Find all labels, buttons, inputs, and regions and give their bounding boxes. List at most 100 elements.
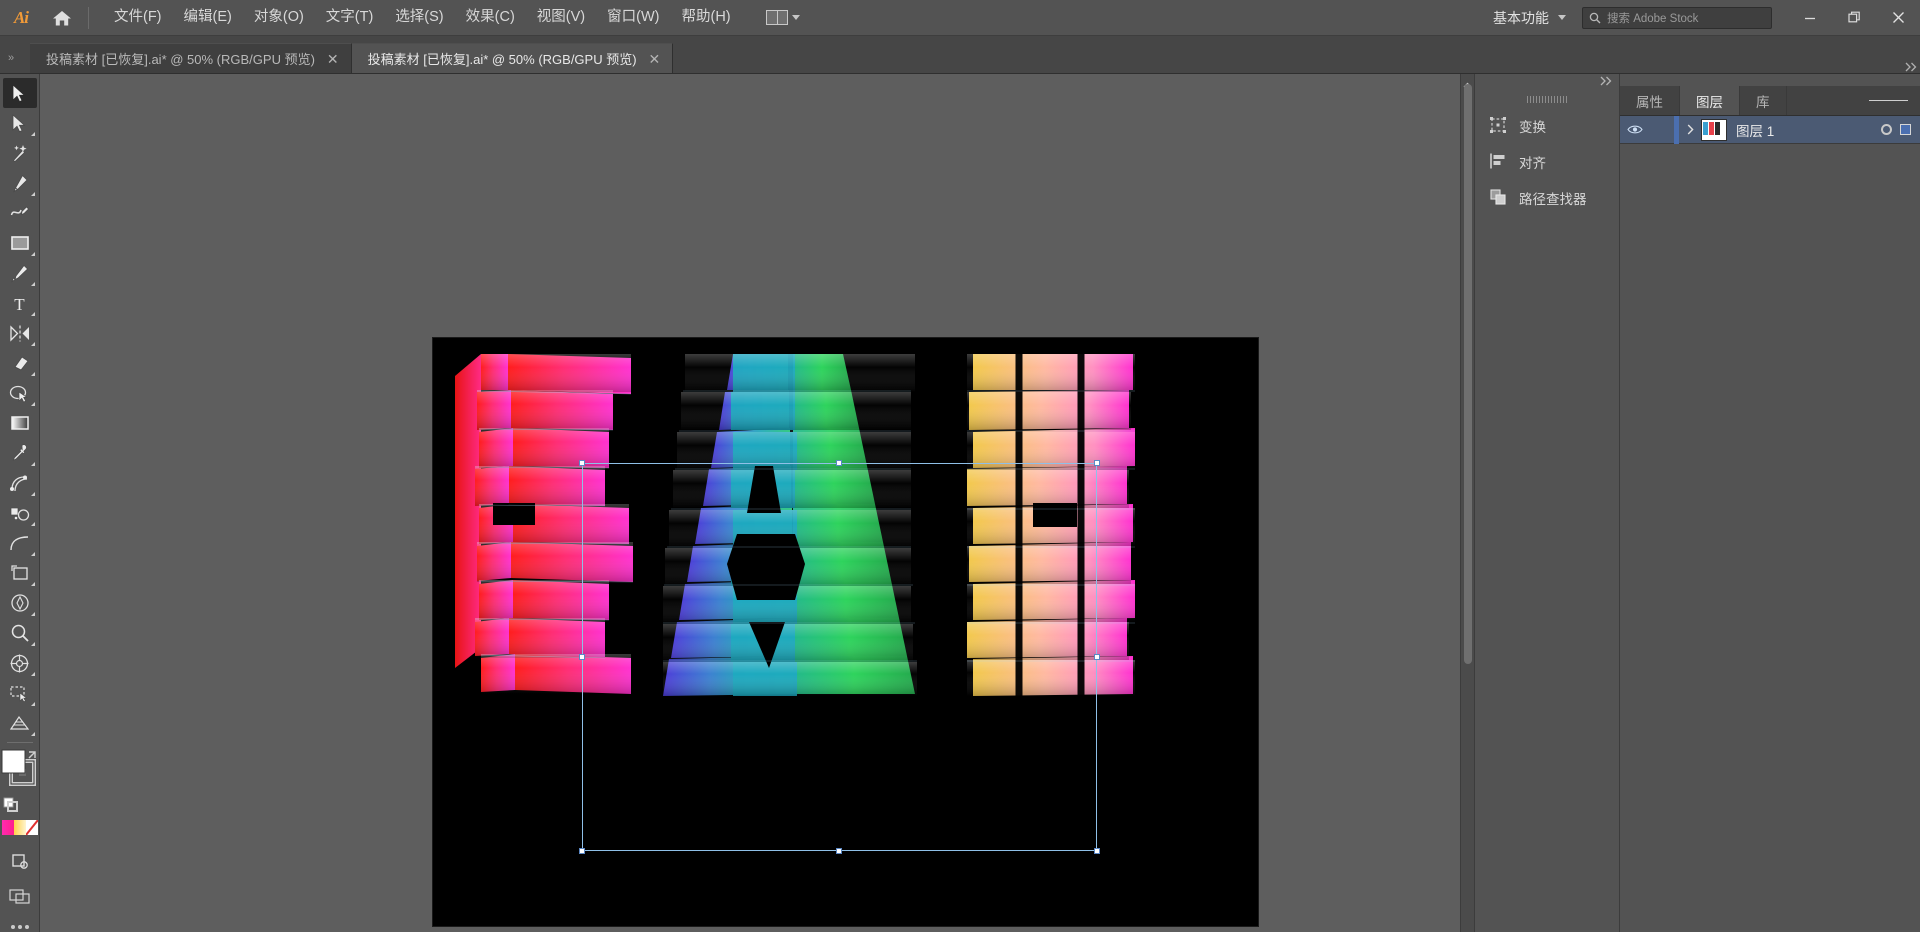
eraser-tool[interactable] — [3, 348, 37, 378]
menu-object[interactable]: 对象(O) — [243, 4, 315, 31]
flyout-indicator — [31, 552, 35, 556]
toolbar-divider — [7, 742, 33, 743]
tab-overflow[interactable]: » — [0, 35, 30, 73]
panel-collapse-icon[interactable] — [1904, 62, 1918, 75]
rectangle-tool[interactable] — [3, 228, 37, 258]
selection-handle-br[interactable] — [1094, 848, 1100, 854]
flyout-indicator — [31, 702, 35, 706]
document-tab-2-title: 投稿素材 [已恢复].ai* @ 50% (RGB/GPU 预览) — [368, 49, 637, 68]
arrange-documents-button[interactable] — [760, 7, 806, 28]
selection-handle-bl[interactable] — [579, 848, 585, 854]
stock-search-field[interactable]: 搜索 Adobe Stock — [1582, 7, 1772, 29]
menu-edit[interactable]: 编辑(E) — [173, 4, 243, 31]
layer-row-right-controls — [1881, 124, 1920, 135]
align-icon — [1489, 152, 1507, 173]
ellipsis-icon[interactable] — [11, 925, 29, 929]
chevron-right-icon[interactable] — [1679, 124, 1701, 135]
close-button[interactable] — [1876, 0, 1920, 36]
gradient-tool[interactable] — [3, 408, 37, 438]
drag-grip-icon[interactable] — [1475, 90, 1619, 108]
dock-item-pathfinder-label: 路径查找器 — [1519, 188, 1587, 208]
minimize-button[interactable] — [1788, 0, 1832, 36]
flyout-indicator — [31, 312, 35, 316]
selection-square-icon[interactable] — [1900, 124, 1911, 135]
dock-collapse-icon[interactable] — [1599, 76, 1613, 89]
color-swatch-mode[interactable] — [2, 820, 14, 835]
tab-overflow-glyph: » — [8, 52, 13, 64]
pen-tool[interactable] — [3, 168, 37, 198]
selection-handle-tl[interactable] — [579, 460, 585, 466]
layer-row-1[interactable]: 图层 1 — [1620, 116, 1920, 144]
selection-handle-mr[interactable] — [1094, 654, 1100, 660]
default-fill-stroke-icon[interactable] — [2, 796, 38, 814]
eye-icon[interactable] — [1620, 124, 1650, 135]
stock-search-placeholder: 搜索 Adobe Stock — [1607, 10, 1698, 26]
zoom-tool[interactable] — [3, 618, 37, 648]
menu-file[interactable]: 文件(F) — [103, 4, 173, 31]
home-icon[interactable] — [42, 0, 82, 36]
target-circle-icon[interactable] — [1881, 124, 1892, 135]
canvas-area[interactable] — [40, 74, 1474, 932]
line-segment-tool[interactable] — [3, 528, 37, 558]
free-transform-tool[interactable] — [3, 588, 37, 618]
menu-view[interactable]: 视图(V) — [526, 4, 596, 31]
drawing-mode-button[interactable] — [3, 845, 37, 875]
close-icon[interactable]: ✕ — [327, 52, 339, 66]
menu-help[interactable]: 帮助(H) — [670, 4, 741, 31]
tab-layers[interactable]: 图层 — [1680, 86, 1740, 115]
menu-window[interactable]: 窗口(W) — [596, 4, 670, 31]
tools-panel: T — [0, 74, 40, 932]
document-tab-1[interactable]: 投稿素材 [已恢复].ai* @ 50% (RGB/GPU 预览) ✕ — [30, 43, 352, 73]
canvas-vertical-scrollbar[interactable] — [1460, 74, 1474, 932]
gradient-mode[interactable] — [14, 820, 26, 835]
menu-effect[interactable]: 效果(C) — [455, 4, 526, 31]
dock-item-transform[interactable]: 变换 — [1475, 108, 1619, 144]
artboard-tool[interactable] — [3, 558, 37, 588]
curvature-tool[interactable] — [3, 198, 37, 228]
perspective-grid-tool[interactable] — [3, 708, 37, 738]
artwork-eai[interactable] — [433, 338, 1258, 926]
selection-handle-tr[interactable] — [1094, 460, 1100, 466]
letter-E — [455, 354, 633, 694]
flyout-indicator — [31, 582, 35, 586]
selection-handle-ml[interactable] — [579, 654, 585, 660]
rotate-reflect-tool[interactable] — [3, 318, 37, 348]
right-panel-tabs: 属性 图层 库 — [1620, 86, 1920, 116]
blend-tool[interactable] — [3, 468, 37, 498]
search-icon — [1589, 12, 1601, 24]
flyout-indicator — [31, 372, 35, 376]
fill-stroke-swatches[interactable] — [1, 749, 39, 795]
none-mode[interactable] — [26, 820, 38, 835]
color-mode-row[interactable] — [2, 820, 38, 835]
slice-tool[interactable] — [3, 678, 37, 708]
pathfinder-icon — [1489, 188, 1507, 209]
flyout-indicator — [31, 642, 35, 646]
direct-selection-tool[interactable] — [3, 108, 37, 138]
menu-select[interactable]: 选择(S) — [384, 4, 454, 31]
tab-libraries[interactable]: 库 — [1740, 86, 1787, 115]
eyedropper-tool[interactable] — [3, 438, 37, 468]
selection-handle-bc[interactable] — [836, 848, 842, 854]
menu-type[interactable]: 文字(T) — [315, 4, 385, 31]
tab-properties[interactable]: 属性 — [1620, 86, 1680, 115]
shaper-tool[interactable] — [3, 378, 37, 408]
selection-handle-tc[interactable] — [836, 460, 842, 466]
dock-item-transform-label: 变换 — [1519, 116, 1546, 136]
type-tool[interactable]: T — [3, 288, 37, 318]
dock-item-pathfinder[interactable]: 路径查找器 — [1475, 180, 1619, 216]
layer-name[interactable]: 图层 1 — [1736, 120, 1774, 140]
screen-mode-button[interactable] — [3, 881, 37, 911]
selection-tool[interactable] — [3, 78, 37, 108]
dock-item-align[interactable]: 对齐 — [1475, 144, 1619, 180]
restore-button[interactable] — [1832, 0, 1876, 36]
magic-wand-tool[interactable] — [3, 138, 37, 168]
close-icon[interactable]: ✕ — [649, 52, 661, 66]
scrollbar-thumb[interactable] — [1464, 84, 1472, 664]
document-tab-2[interactable]: 投稿素材 [已恢复].ai* @ 50% (RGB/GPU 预览) ✕ — [352, 43, 674, 73]
rotate-view-tool[interactable] — [3, 648, 37, 678]
workspace-switcher[interactable]: 基本功能 — [1483, 3, 1576, 33]
symbol-sprayer-tool[interactable] — [3, 498, 37, 528]
paintbrush-tool[interactable] — [3, 258, 37, 288]
tab-properties-label: 属性 — [1636, 91, 1663, 111]
hamburger-menu-icon[interactable] — [1857, 86, 1920, 115]
